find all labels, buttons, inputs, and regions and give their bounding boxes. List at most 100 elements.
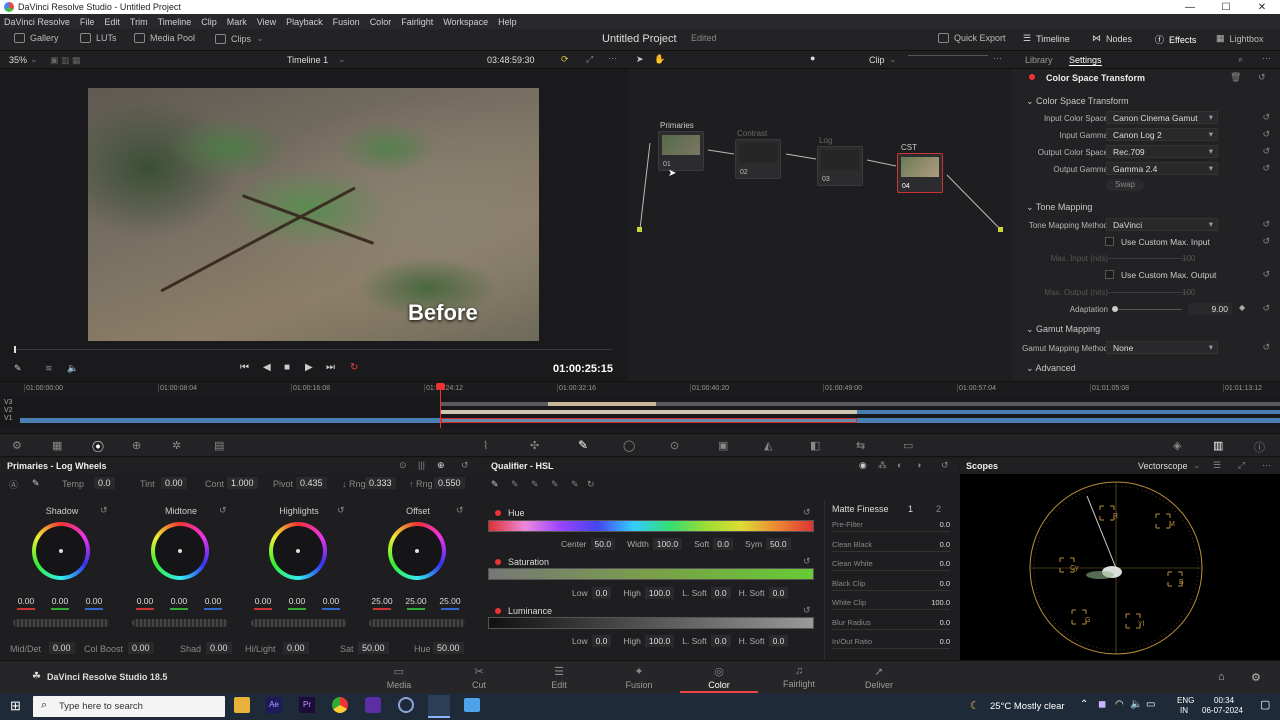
cont-value[interactable]: 1.000 (227, 477, 258, 489)
keyframes-icon[interactable]: ◈ (1173, 439, 1181, 452)
quick-export-button[interactable]: Quick Export (938, 33, 1006, 43)
offset-wheel[interactable] (388, 522, 446, 580)
node-primaries[interactable]: 01 (658, 131, 704, 171)
play-reverse-button[interactable]: ◀ (263, 362, 271, 373)
hand-tool-icon[interactable]: ✋ (654, 54, 665, 65)
sizing-icon[interactable]: ⇆ (856, 439, 865, 452)
3d-icon[interactable]: ▭ (903, 439, 913, 452)
picker-icon[interactable]: ✎ (491, 479, 499, 490)
matte-finesse-row[interactable]: Pre-Filter 0.0 (832, 520, 950, 532)
mini-timeline-tracks[interactable]: V3 V2 V1 (0, 383, 1280, 428)
menu-item-color[interactable]: Color (370, 17, 392, 27)
library-tab[interactable]: Library (1025, 55, 1053, 65)
pointer-tool-icon[interactable]: ➤ (636, 54, 644, 65)
shadow-master-wheel[interactable] (13, 619, 109, 627)
menu-item-fairlight[interactable]: Fairlight (401, 17, 433, 27)
3d-mode-icon[interactable]: ◑ (916, 460, 921, 470)
reset-icon[interactable]: ↺ (803, 556, 811, 567)
qualifier-icon[interactable]: ✎ (578, 438, 588, 452)
windows-start-icon[interactable]: ⊞ (10, 698, 21, 714)
shad-value[interactable]: 0.00 (206, 642, 232, 654)
shadow-g-value[interactable]: 0.00 (47, 596, 73, 606)
rgb-mixer-icon[interactable]: ✲ (172, 439, 181, 452)
swap-button[interactable]: Swap (1106, 179, 1144, 191)
sat-lsoft-value[interactable]: 0.0 (710, 587, 731, 599)
matte-finesse-value[interactable]: 0.0 (940, 540, 950, 549)
page-tab-fusion[interactable]: ✦ Fusion (600, 665, 678, 693)
lum-low-value[interactable]: 0.0 (591, 635, 612, 647)
saturation-range-bar[interactable] (488, 568, 814, 580)
midtone-b-value[interactable]: 0.00 (200, 596, 226, 606)
reset-icon[interactable]: ↺ (1262, 163, 1270, 174)
luminance-enable-dot[interactable] (495, 608, 501, 614)
reset-icon[interactable]: ↺ (1262, 112, 1270, 123)
menu-item-fusion[interactable]: Fusion (333, 17, 360, 27)
node-options-icon[interactable]: ⋯ (993, 53, 1002, 64)
feather-add-icon[interactable]: ✎ (571, 479, 579, 490)
reset-all-icon[interactable]: ↺ (1258, 72, 1266, 83)
info-icon[interactable]: ⓘ (1254, 439, 1265, 455)
node-log[interactable]: 03 (817, 146, 863, 186)
input-gamma-dropdown[interactable]: Canon Log 2 (1106, 128, 1218, 141)
video-frame[interactable]: Before (88, 88, 539, 341)
lightbox-toggle[interactable]: ▦ Lightbox (1216, 33, 1264, 44)
v1-clip[interactable] (20, 418, 441, 423)
trash-icon[interactable]: 🗑 (1230, 72, 1241, 83)
midtone-g-value[interactable]: 0.00 (166, 596, 192, 606)
options-icon[interactable]: ⋯ (1262, 53, 1271, 64)
cst-section-header[interactable]: ⌄ Color Space Transform (1026, 96, 1129, 107)
wheels-mode-icon[interactable]: ⊙ (399, 460, 407, 471)
colboost-value[interactable]: 0.00 (128, 642, 154, 654)
adaptation-slider-knob[interactable] (1112, 306, 1118, 312)
loop-icon[interactable]: ↻ (350, 362, 358, 373)
shadow-b-value[interactable]: 0.00 (81, 596, 107, 606)
maximize-button[interactable]: ☐ (1208, 2, 1244, 13)
blur-icon[interactable]: ◭ (764, 439, 772, 452)
language-label[interactable]: ENG (1177, 696, 1194, 705)
highlights-g-value[interactable]: 0.00 (284, 596, 310, 606)
enabled-dot-icon[interactable] (1029, 74, 1035, 80)
reset-icon[interactable]: ↺ (337, 505, 345, 516)
v2-clip[interactable] (857, 410, 1280, 414)
key-icon[interactable]: ◧ (810, 439, 820, 452)
zoom-select[interactable]: 35% (9, 55, 27, 65)
media-app-icon[interactable] (365, 697, 381, 713)
menu-item-mark[interactable]: Mark (227, 17, 247, 27)
tray-app-icon[interactable]: ◼ (1098, 699, 1106, 710)
custom-max-output-checkbox[interactable] (1105, 270, 1114, 279)
v2-clip[interactable] (441, 410, 857, 414)
bars-mode-icon[interactable]: ||| (418, 460, 425, 470)
reset-primaries-icon[interactable]: ↺ (461, 460, 469, 471)
page-tab-color[interactable]: ◎ Color (680, 665, 758, 693)
reset-qualifier-icon[interactable]: ↺ (941, 460, 949, 471)
reset-icon[interactable]: ↺ (1262, 342, 1270, 353)
mail-icon[interactable] (464, 698, 480, 712)
effects-toggle[interactable]: ⓕ Effects (1155, 33, 1196, 46)
log-mode-icon[interactable]: ⊕ (437, 460, 445, 471)
node-cst[interactable]: 04 (897, 153, 943, 193)
matte-finesse-row[interactable]: In/Out Ratio 0.0 (832, 637, 950, 649)
lum-hsoft-value[interactable]: 0.0 (768, 635, 789, 647)
highlights-r-value[interactable]: 0.00 (250, 596, 276, 606)
file-explorer-icon[interactable] (234, 697, 250, 713)
reset-icon[interactable]: ↺ (803, 507, 811, 518)
timeline-playhead[interactable] (440, 384, 441, 428)
max-output-slider[interactable] (1108, 292, 1188, 293)
menu-item-timeline[interactable]: Timeline (158, 17, 192, 27)
notifications-icon[interactable]: ▢ (1260, 698, 1270, 711)
menu-item-trim[interactable]: Trim (130, 17, 148, 27)
speaker-icon[interactable]: 🔈 (1130, 699, 1142, 710)
gamut-method-dropdown[interactable]: None (1106, 341, 1218, 354)
high-range-value[interactable]: 0.550 (434, 477, 465, 489)
page-tab-edit[interactable]: ☰ Edit (520, 665, 598, 693)
curves-icon[interactable]: ⌇ (483, 439, 488, 452)
matte-finesse-tab-1[interactable]: 1 (908, 504, 913, 514)
weather-text[interactable]: 25°C Mostly clear (990, 701, 1065, 712)
matte-finesse-value[interactable]: 0.0 (940, 559, 950, 568)
after-effects-icon[interactable]: Ae (266, 697, 282, 713)
reset-icon[interactable]: ↺ (1262, 236, 1270, 247)
hsl-mode-icon[interactable]: ◉ (859, 460, 867, 471)
page-tab-cut[interactable]: ✂ Cut (440, 665, 518, 693)
highlights-master-wheel[interactable] (251, 619, 347, 627)
shadow-r-value[interactable]: 0.00 (13, 596, 39, 606)
